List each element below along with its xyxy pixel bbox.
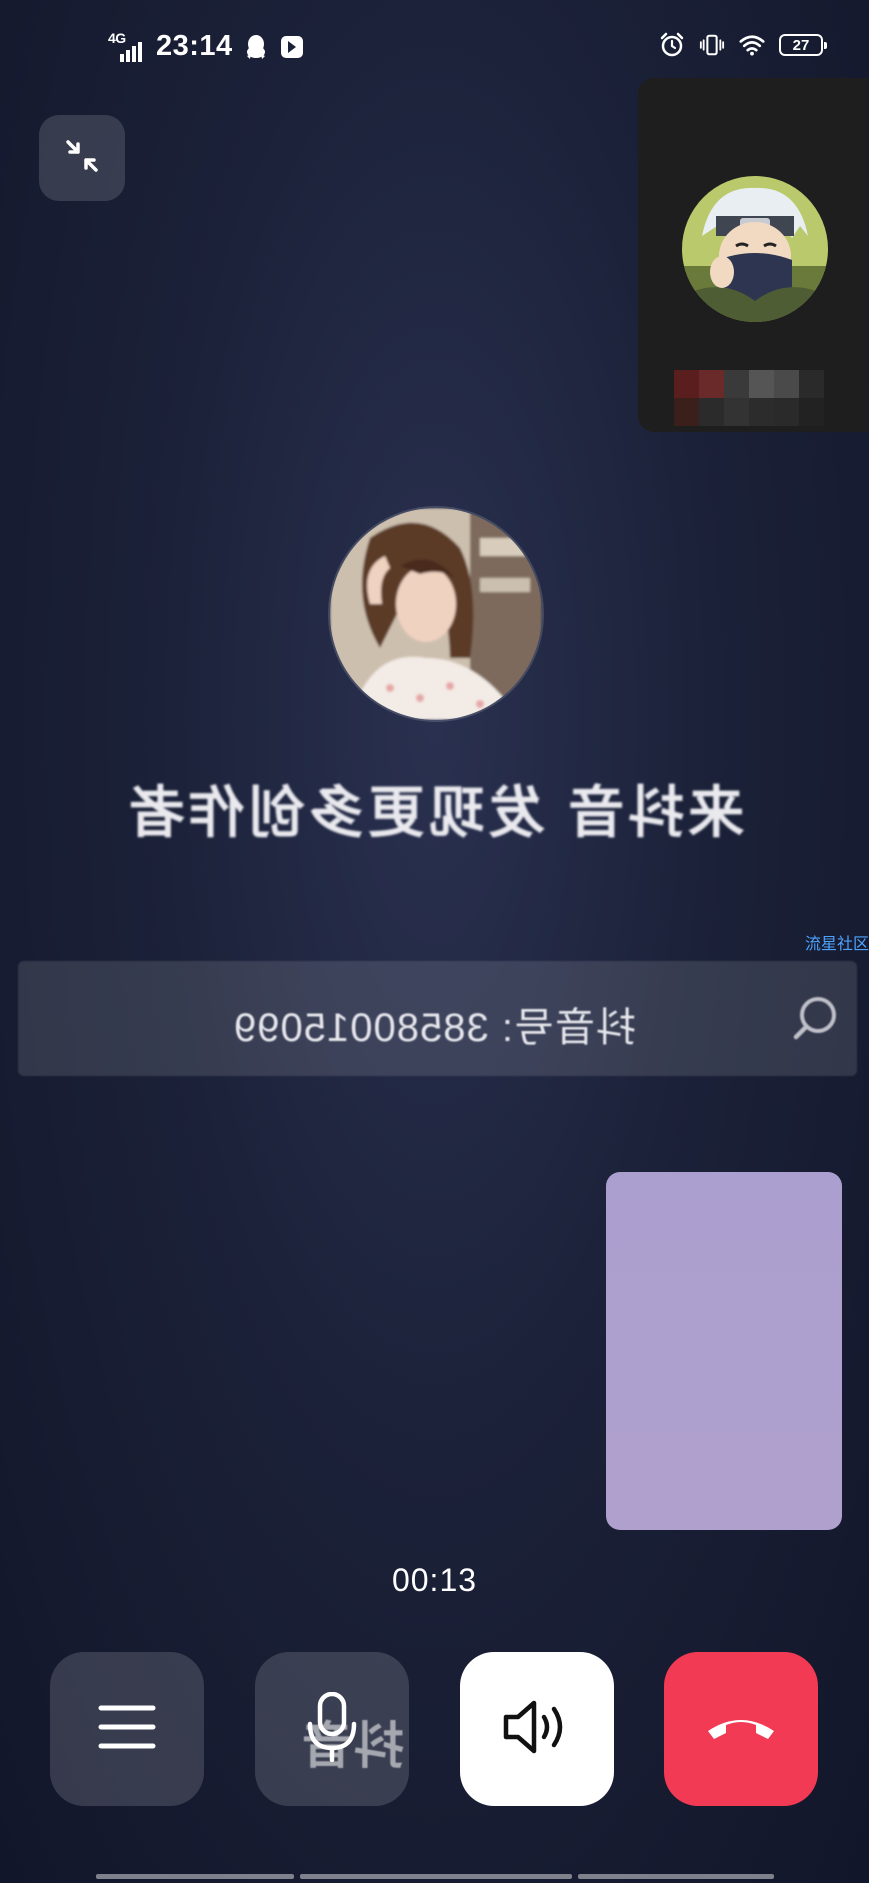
vibrate-icon — [699, 32, 725, 58]
qq-icon — [243, 34, 269, 60]
battery-level: 27 — [792, 36, 810, 54]
gesture-bar — [96, 1874, 774, 1879]
battery-icon: 27 — [779, 34, 827, 56]
speaker-icon — [502, 1699, 572, 1760]
search-bar-overlay: 抖音号: 38580015099 — [18, 961, 857, 1076]
call-timer: 00:13 — [391, 1562, 478, 1598]
app-icon — [279, 34, 305, 60]
remote-video-preview[interactable] — [606, 1172, 842, 1530]
status-right: 27 — [659, 32, 827, 58]
watermark: 流星社区 — [804, 936, 869, 953]
minimize-button[interactable] — [39, 115, 125, 201]
signal-icon: 4G — [108, 30, 146, 62]
status-left: 4G 23:14 — [108, 30, 305, 63]
self-name-redacted — [674, 370, 824, 426]
caller-avatar — [330, 508, 542, 720]
status-time: 23:14 — [156, 30, 233, 62]
hangup-icon — [704, 1709, 778, 1750]
menu-button[interactable] — [50, 1652, 204, 1806]
alarm-icon — [659, 32, 685, 58]
hangup-button[interactable] — [664, 1652, 818, 1806]
minimize-icon — [62, 136, 102, 181]
self-preview-window[interactable] — [638, 78, 868, 432]
self-avatar — [682, 176, 828, 322]
call-controls — [0, 1652, 869, 1808]
search-icon — [788, 991, 844, 1047]
speaker-button[interactable] — [460, 1652, 614, 1806]
menu-icon — [97, 1702, 157, 1757]
search-text: 抖音号: 38580015099 — [233, 1006, 636, 1050]
logo-overlay: 抖音 — [300, 1718, 404, 1774]
slogan-text: 来抖音 发现更多创作者 — [124, 781, 745, 844]
wifi-icon — [739, 32, 765, 58]
